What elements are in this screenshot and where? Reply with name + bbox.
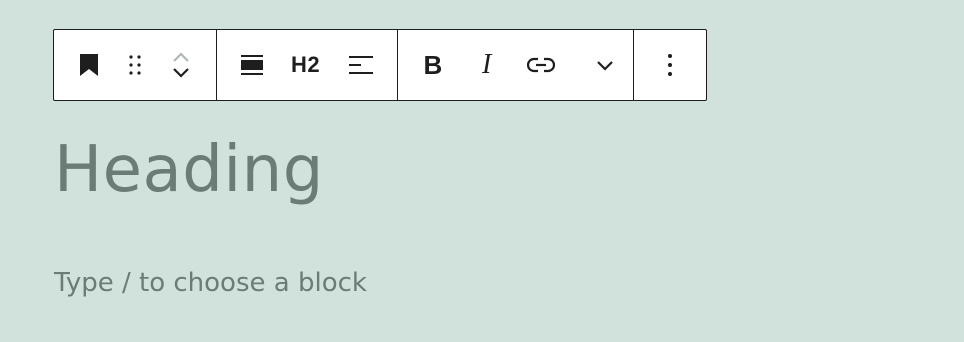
block-toolbar: H2 B I xyxy=(53,29,707,101)
formatting-group: B I xyxy=(398,30,634,100)
drag-handle-button[interactable] xyxy=(124,30,146,100)
bookmark-icon xyxy=(79,54,98,76)
heading-level-label: H2 xyxy=(290,52,321,77)
text-align-button[interactable] xyxy=(324,30,397,100)
options-group xyxy=(634,30,706,100)
block-placeholder[interactable]: Type / to choose a block xyxy=(54,265,367,301)
bold-button[interactable]: B xyxy=(398,30,468,100)
chevron-up-icon xyxy=(172,52,189,62)
bold-icon: B xyxy=(423,49,443,80)
italic-icon: I xyxy=(481,49,492,80)
move-down-button[interactable] xyxy=(172,65,190,80)
more-formatting-button[interactable] xyxy=(576,30,633,100)
chevron-down-icon xyxy=(172,68,189,78)
heading-level-button[interactable]: H2 xyxy=(287,30,325,100)
move-up-button[interactable] xyxy=(172,50,190,65)
chevron-down-icon xyxy=(596,60,613,71)
link-button[interactable] xyxy=(506,30,577,100)
block-type-button[interactable] xyxy=(54,30,124,100)
more-vertical-icon xyxy=(668,54,672,76)
drag-handle-icon xyxy=(128,55,141,75)
block-settings-group: H2 xyxy=(217,30,398,100)
align-wide-icon xyxy=(240,55,263,75)
italic-button[interactable]: I xyxy=(468,30,506,100)
heading-block[interactable]: Heading xyxy=(54,128,324,212)
link-icon xyxy=(526,57,555,73)
options-button[interactable] xyxy=(634,30,706,100)
block-tools-group xyxy=(54,30,217,100)
block-mover xyxy=(145,30,216,100)
align-button[interactable] xyxy=(217,30,287,100)
align-left-icon xyxy=(348,56,373,74)
